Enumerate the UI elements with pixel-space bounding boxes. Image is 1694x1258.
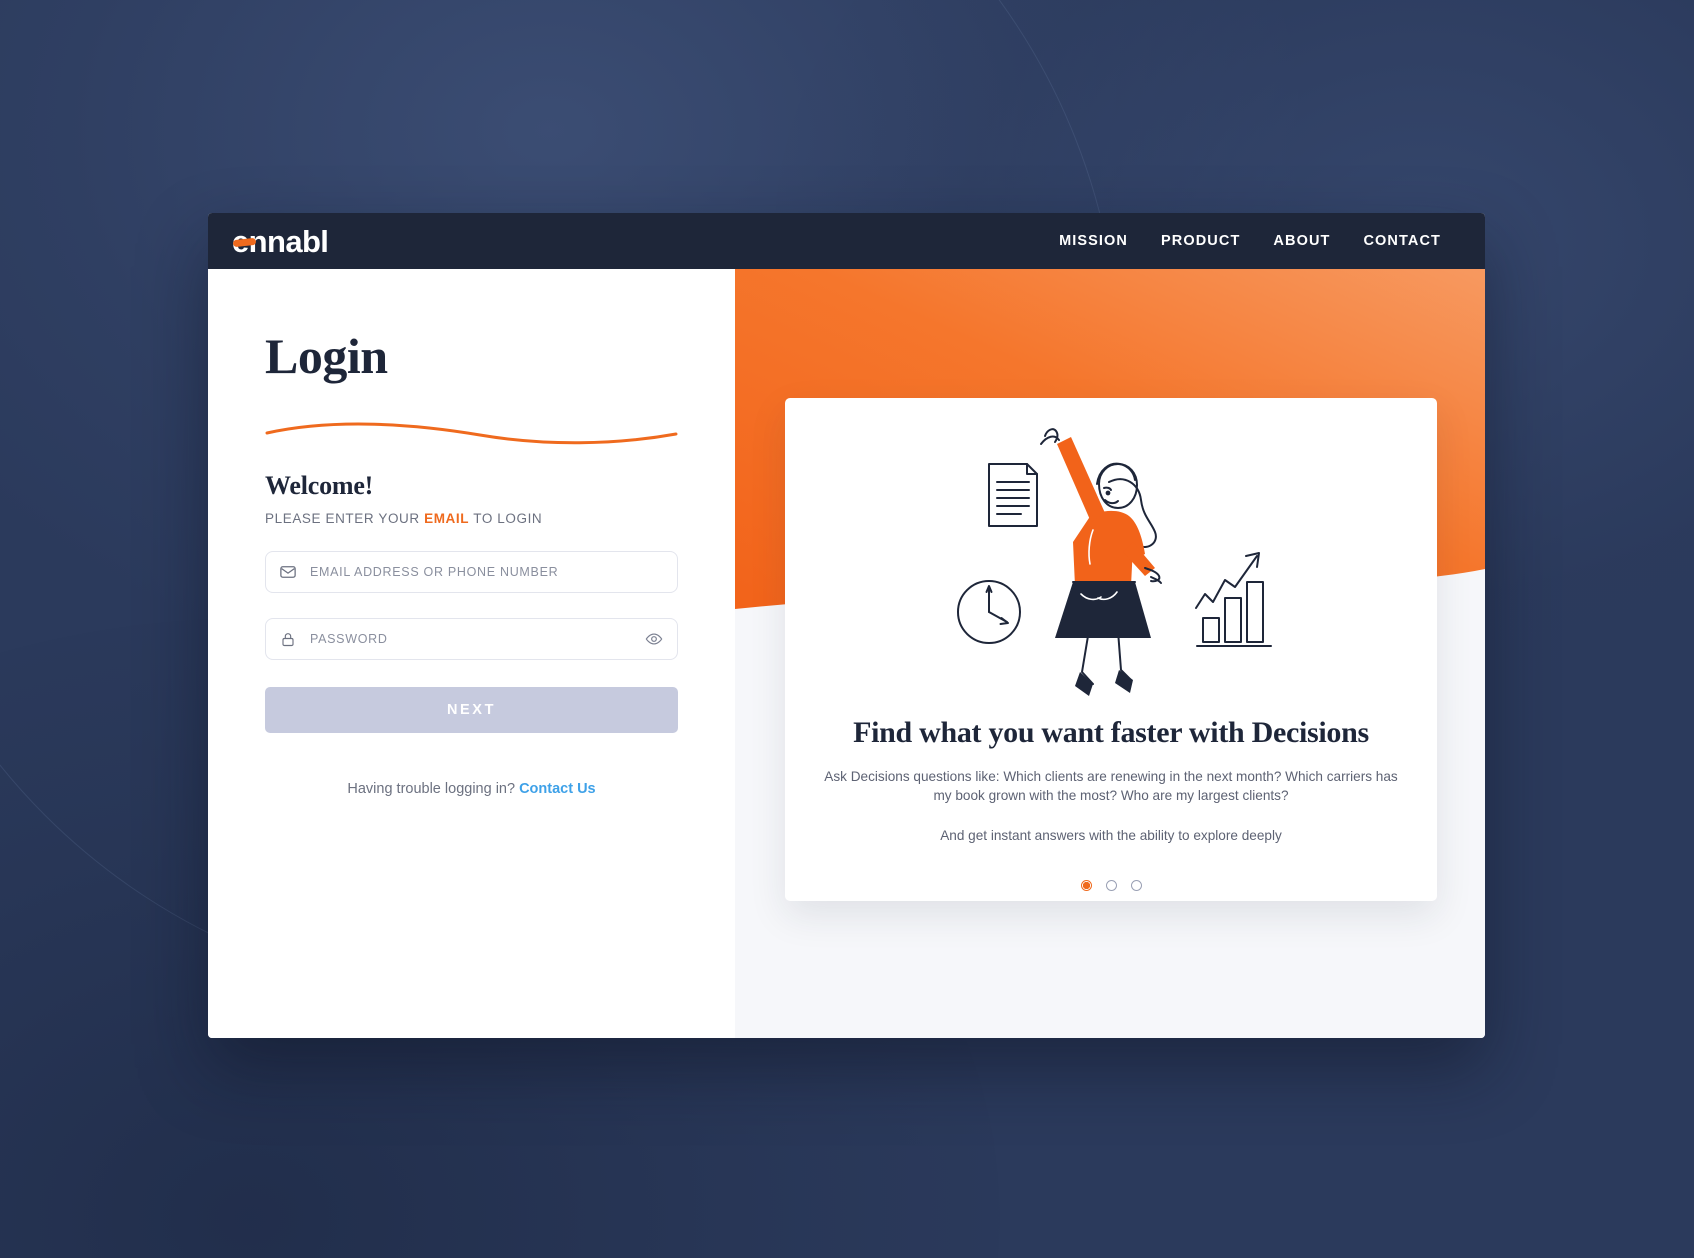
password-input[interactable]	[310, 632, 643, 646]
promo-body: Ask Decisions questions like: Which clie…	[824, 769, 1398, 804]
site-header: ennabl MISSION PRODUCT ABOUT CONTACT	[208, 213, 1485, 269]
carousel-dots	[1080, 879, 1142, 891]
login-help-text: Having trouble logging in? Contact Us	[265, 781, 678, 797]
email-input[interactable]	[310, 565, 665, 579]
subtitle-highlight: EMAIL	[424, 511, 470, 526]
carousel-dot-3[interactable]	[1130, 879, 1142, 891]
subtitle-text-before: PLEASE ENTER YOUR	[265, 511, 425, 526]
welcome-heading: Welcome!	[265, 471, 374, 500]
envelope-icon	[278, 562, 298, 582]
next-button[interactable]: NEXT	[265, 687, 678, 733]
help-label: Having trouble logging in?	[347, 781, 520, 797]
eye-icon[interactable]	[643, 628, 665, 650]
password-field[interactable]	[265, 618, 678, 660]
page-content: Login Welcome! PLEASE ENTER YOUR EMAIL T…	[208, 269, 1485, 1038]
lock-icon	[278, 629, 298, 649]
nav-item-mission[interactable]: MISSION	[1059, 233, 1128, 249]
nav-item-product[interactable]: PRODUCT	[1161, 233, 1240, 249]
brand-logo[interactable]: ennabl	[230, 226, 329, 257]
main-navigation: MISSION PRODUCT ABOUT CONTACT	[1059, 233, 1441, 249]
login-subtitle: PLEASE ENTER YOUR EMAIL TO LOGIN	[265, 511, 735, 526]
nav-item-about[interactable]: ABOUT	[1273, 233, 1330, 249]
promo-panel: Find what you want faster with Decisions…	[735, 269, 1485, 1038]
carousel-dot-1[interactable]	[1080, 879, 1092, 891]
page-title: Login	[265, 328, 388, 384]
nav-item-contact[interactable]: CONTACT	[1363, 233, 1441, 249]
subtitle-text-after: TO LOGIN	[469, 511, 543, 526]
contact-us-link[interactable]: Contact Us	[519, 781, 596, 797]
woman-pointing-up-illustration	[957, 428, 1272, 696]
promo-card: Find what you want faster with Decisions…	[785, 398, 1437, 901]
wave-divider-decoration	[265, 422, 678, 445]
promo-subtext: And get instant answers with the ability…	[940, 827, 1282, 843]
carousel-dot-2[interactable]	[1105, 879, 1117, 891]
login-panel: Login Welcome! PLEASE ENTER YOUR EMAIL T…	[208, 269, 735, 1038]
promo-title: Find what you want faster with Decisions	[853, 716, 1369, 749]
login-window: ennabl MISSION PRODUCT ABOUT CONTACT Log…	[208, 213, 1485, 1038]
email-field[interactable]	[265, 551, 678, 593]
